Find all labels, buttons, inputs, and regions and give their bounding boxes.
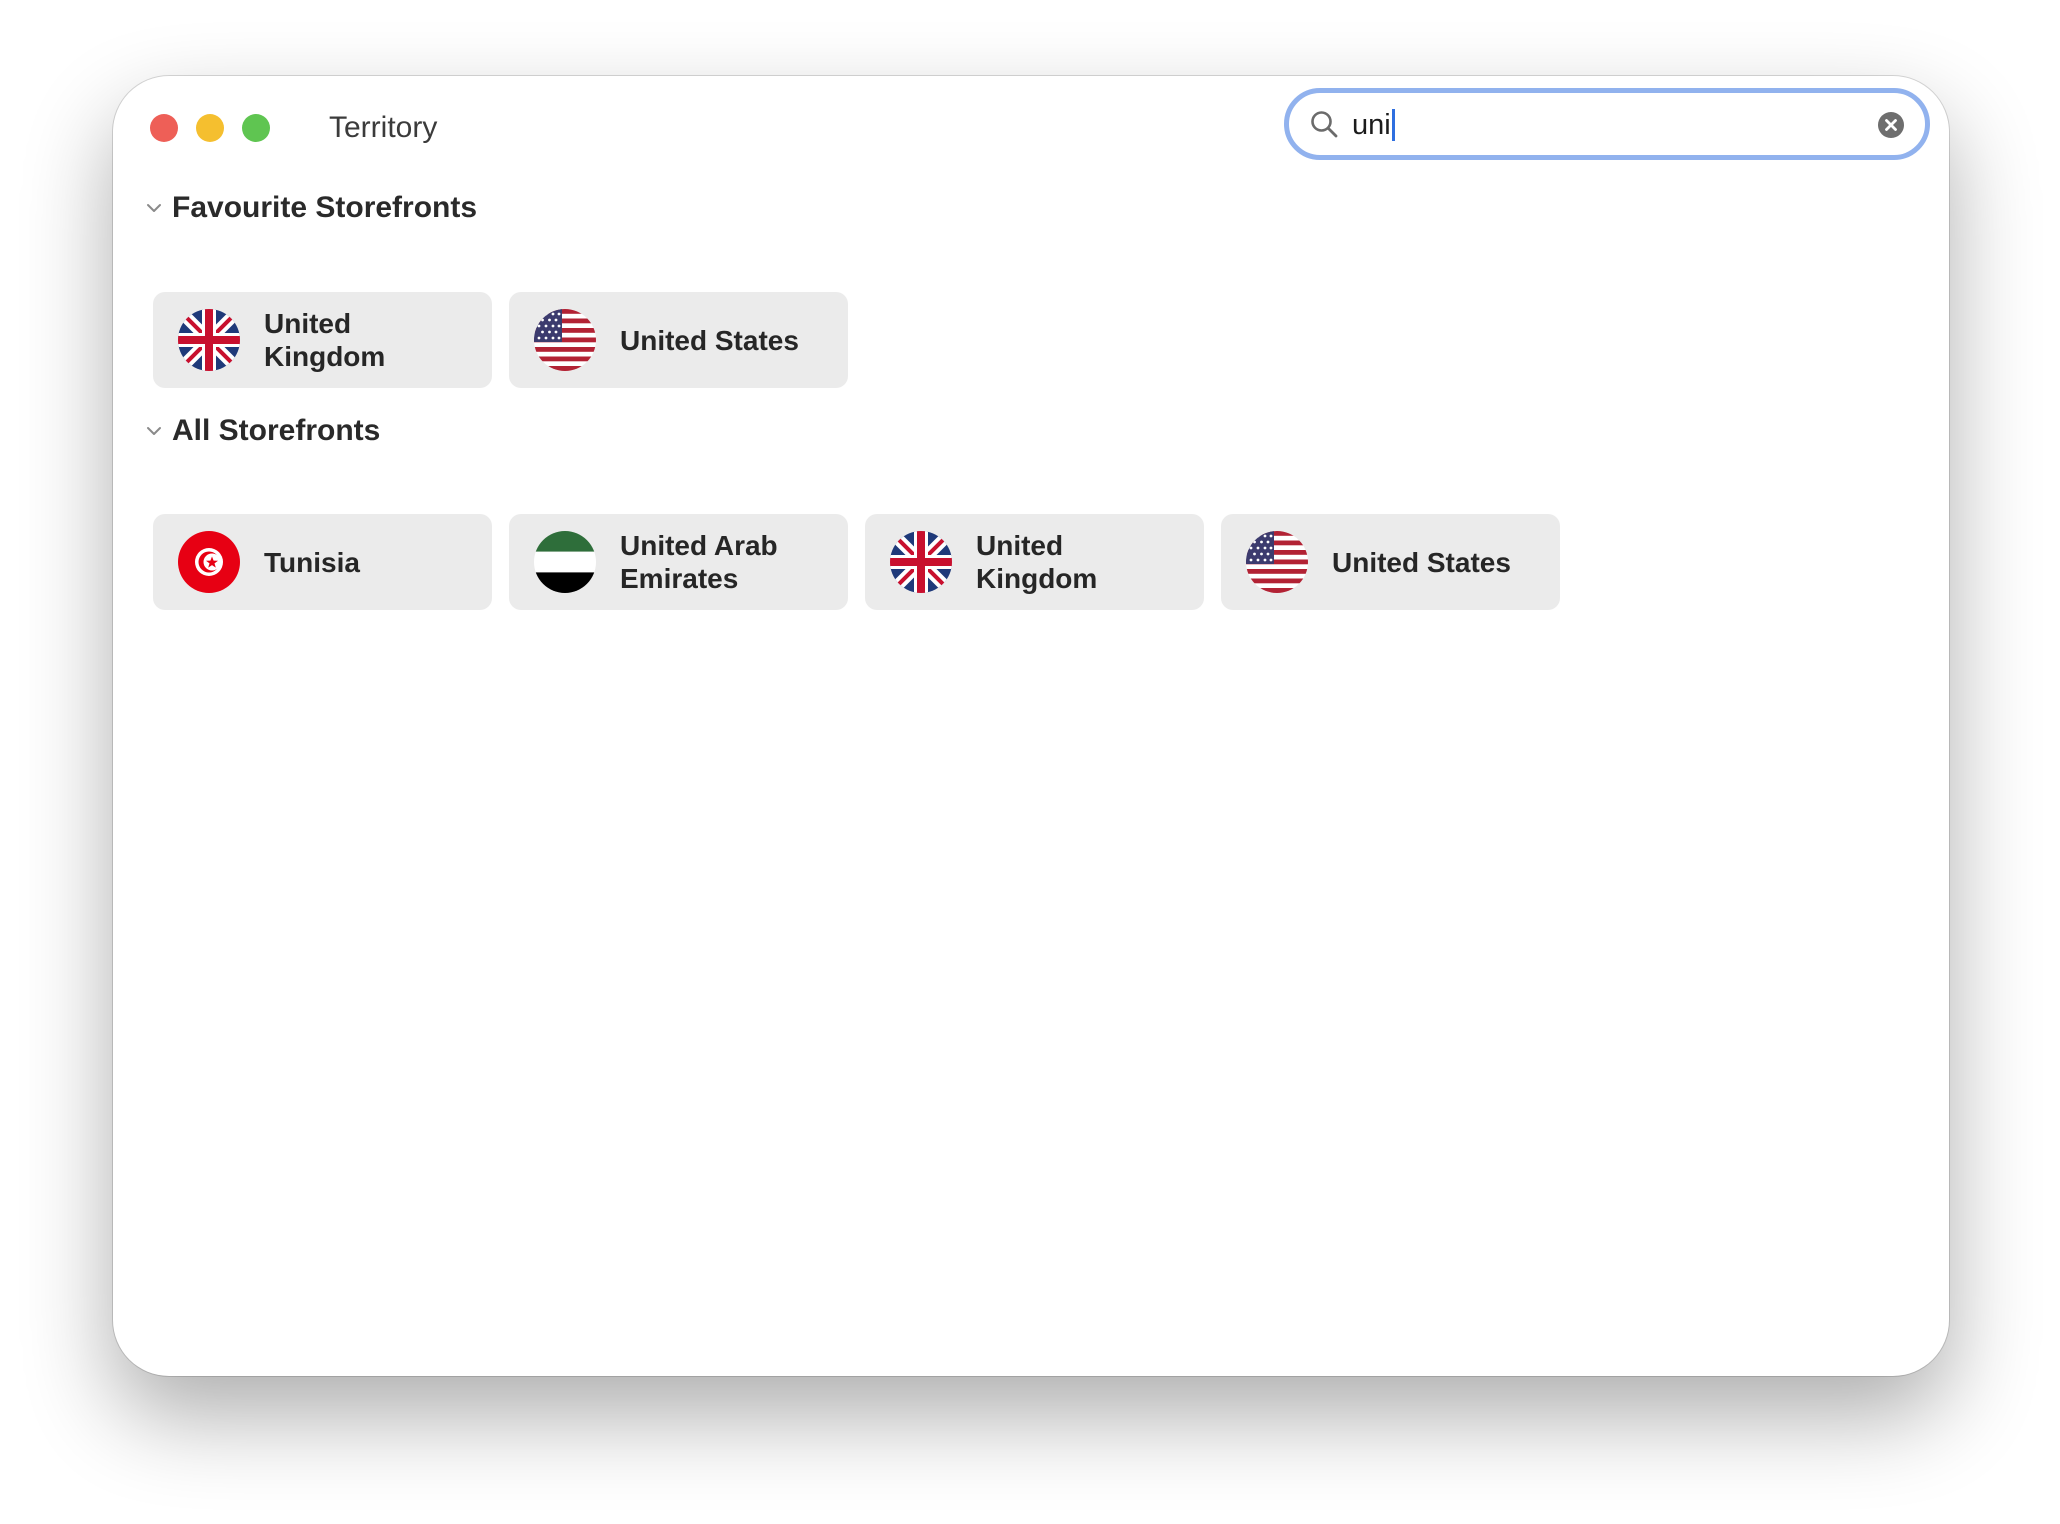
clear-search-icon[interactable] bbox=[1878, 112, 1904, 138]
minimize-window-button[interactable] bbox=[196, 114, 224, 142]
section-title: Favourite Storefronts bbox=[172, 191, 478, 224]
us-flag-icon bbox=[1246, 531, 1308, 593]
chevron-down-icon bbox=[147, 204, 161, 212]
all-storefronts-header[interactable]: All Storefronts bbox=[145, 411, 380, 451]
chevron-down-icon bbox=[147, 427, 161, 435]
uk-flag-icon bbox=[890, 531, 952, 593]
uk-flag-icon bbox=[178, 309, 240, 371]
search-input-value: uni bbox=[1352, 109, 1391, 141]
storefront-tile-tunisia[interactable]: Tunisia bbox=[153, 514, 492, 610]
storefront-label: United Arab Emirates bbox=[620, 530, 778, 594]
storefront-tile-united-states[interactable]: United States bbox=[1221, 514, 1560, 610]
window-title: Territory bbox=[329, 111, 438, 144]
uae-flag-icon bbox=[534, 531, 596, 593]
favourite-storefronts-header[interactable]: Favourite Storefronts bbox=[145, 188, 477, 228]
app-window: Territory uni Favourite Storefronts Unit… bbox=[113, 76, 1949, 1376]
storefront-tile-united-arab-emirates[interactable]: United Arab Emirates bbox=[509, 514, 848, 610]
text-caret bbox=[1391, 109, 1395, 141]
us-flag-icon bbox=[534, 309, 596, 371]
storefront-label: United States bbox=[620, 324, 799, 356]
storefront-tile-united-kingdom[interactable]: United Kingdom bbox=[153, 292, 492, 388]
search-input[interactable]: uni bbox=[1352, 103, 1395, 147]
search-field[interactable]: uni bbox=[1284, 88, 1930, 160]
storefront-label: Tunisia bbox=[264, 546, 360, 578]
storefront-label: United Kingdom bbox=[976, 530, 1098, 594]
storefront-label: United States bbox=[1332, 546, 1511, 578]
storefront-label: United Kingdom bbox=[264, 308, 386, 372]
all-storefronts-list: Tunisia United Arab Emirates United King… bbox=[153, 514, 1560, 610]
storefront-tile-united-states[interactable]: United States bbox=[509, 292, 848, 388]
section-title: All Storefronts bbox=[172, 414, 381, 447]
storefront-tile-united-kingdom[interactable]: United Kingdom bbox=[865, 514, 1204, 610]
search-icon bbox=[1311, 111, 1338, 138]
tunisia-flag-icon bbox=[178, 531, 240, 593]
zoom-window-button[interactable] bbox=[242, 114, 270, 142]
close-window-button[interactable] bbox=[150, 114, 178, 142]
favourite-storefronts-list: United Kingdom United States bbox=[153, 292, 848, 388]
